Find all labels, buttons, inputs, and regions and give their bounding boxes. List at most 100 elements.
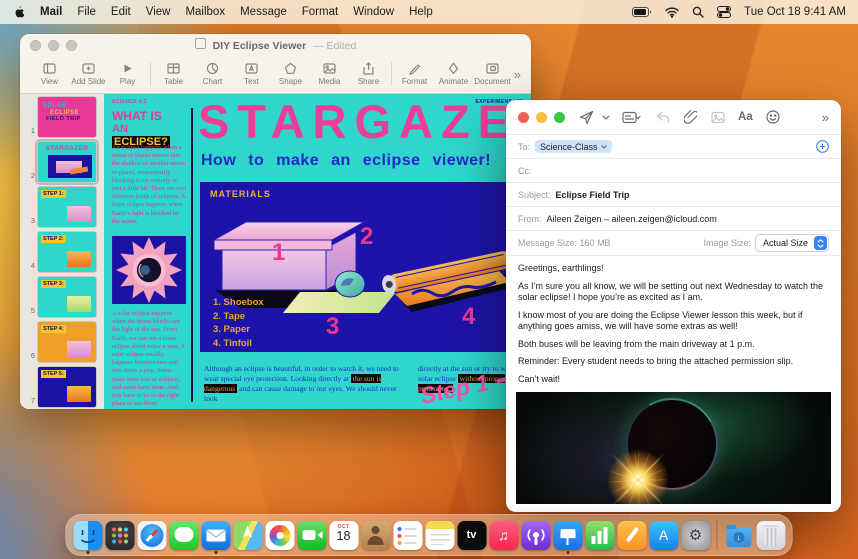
dock-contacts[interactable] xyxy=(361,517,391,553)
header-fields-button[interactable] xyxy=(622,111,642,124)
close-button[interactable] xyxy=(30,39,41,51)
slide-thumbnail-4[interactable]: 4 STEP 2: xyxy=(20,232,104,272)
dock-reminders[interactable] xyxy=(393,517,423,553)
recipient-token[interactable]: Science-Class xyxy=(535,140,612,153)
podcasts-broadcast-icon xyxy=(527,528,544,545)
dock-launchpad[interactable] xyxy=(105,517,135,553)
slide-thumbnail-2-selected[interactable]: 2 STARGAZER xyxy=(20,139,104,185)
window-title: DIY Eclipse Viewer — Edited xyxy=(194,37,356,52)
add-recipient-button[interactable] xyxy=(816,140,829,153)
animate-button[interactable]: Animate xyxy=(434,62,473,86)
slide-navigator[interactable]: 1 SOLAR ECLIPSE FIELD TRIP 2 STARGAZER 3… xyxy=(20,94,104,409)
dock-pages[interactable] xyxy=(617,517,647,553)
running-indicator xyxy=(86,551,89,554)
from-field[interactable]: From: Aileen Zeigen – aileen.zeigen@iclo… xyxy=(506,206,841,230)
keynote-titlebar[interactable]: DIY Eclipse Viewer — Edited xyxy=(20,34,531,55)
dock-messages[interactable] xyxy=(169,517,199,553)
mail-toolbar[interactable]: Aa » xyxy=(506,100,841,134)
dock-facetime[interactable] xyxy=(297,517,327,553)
slide-thumbnail-1[interactable]: 1 SOLAR ECLIPSE FIELD TRIP xyxy=(20,97,104,137)
dock-safari[interactable] xyxy=(137,517,167,553)
body-paragraph: Can’t wait! xyxy=(518,373,561,384)
dock-music[interactable]: ♫ xyxy=(489,517,519,553)
dock-trash[interactable] xyxy=(756,517,786,553)
minimize-button[interactable] xyxy=(48,39,59,51)
eclipse-photo-attachment[interactable] xyxy=(516,392,831,504)
subject-field[interactable]: Subject: Eclipse Field Trip xyxy=(506,182,841,206)
dock-system-settings[interactable]: ⚙ xyxy=(681,517,711,553)
menu-clock[interactable]: Tue Oct 18 9:41 AM xyxy=(744,6,846,18)
attach-button[interactable] xyxy=(684,110,697,124)
mail-envelope-icon xyxy=(206,529,225,541)
dock-tv[interactable]: tv xyxy=(457,517,487,553)
reply-button[interactable] xyxy=(656,111,670,123)
apple-menu[interactable] xyxy=(12,5,25,19)
slide-thumbnail-6[interactable]: 6 STEP 4: xyxy=(20,322,104,362)
text-button[interactable]: Text xyxy=(232,62,271,86)
battery-icon[interactable] xyxy=(632,7,652,17)
warning-text-column-1: Although an eclipse is beautiful, in ord… xyxy=(204,364,399,403)
menu-file[interactable]: File xyxy=(77,6,96,18)
slide-thumbnail-5[interactable]: 5 STEP 3: xyxy=(20,277,104,317)
dock-keynote[interactable] xyxy=(553,517,583,554)
slide-1-preview: SOLAR ECLIPSE FIELD TRIP xyxy=(38,97,96,137)
menu-window[interactable]: Window xyxy=(353,6,394,18)
chart-button[interactable]: Chart xyxy=(193,62,232,86)
table-button[interactable]: Table xyxy=(154,62,193,86)
dock-numbers[interactable] xyxy=(585,517,615,553)
dock-podcasts[interactable] xyxy=(521,517,551,553)
shape-button[interactable]: Shape xyxy=(271,62,310,86)
zoom-button[interactable] xyxy=(554,111,565,123)
media-button[interactable]: Media xyxy=(310,62,349,86)
slide-canvas[interactable]: SCIENCE 4.2 EXPERIMENT #11 WHAT IS AN EC… xyxy=(104,94,531,409)
dock-photos[interactable] xyxy=(265,517,295,553)
slide-6-preview: STEP 4: xyxy=(38,322,96,362)
dock-maps[interactable] xyxy=(233,517,263,553)
menu-app-name[interactable]: Mail xyxy=(40,6,62,18)
wifi-icon[interactable] xyxy=(665,7,679,18)
control-center-icon[interactable] xyxy=(717,6,732,18)
menu-message[interactable]: Message xyxy=(240,6,287,18)
share-button[interactable]: Share xyxy=(349,62,388,86)
cc-field[interactable]: Cc: xyxy=(506,158,841,182)
zoom-button[interactable] xyxy=(66,39,77,51)
menu-format[interactable]: Format xyxy=(302,6,338,18)
add-slide-button[interactable]: Add Slide xyxy=(69,62,108,86)
menu-mailbox[interactable]: Mailbox xyxy=(185,6,225,18)
play-button[interactable]: Play xyxy=(108,62,147,86)
eclipse-sun-icon xyxy=(112,236,186,304)
maps-navigation-icon xyxy=(242,525,252,538)
numbers-chart-icon xyxy=(585,520,614,550)
to-field[interactable]: To: Science-Class xyxy=(506,134,841,158)
menu-help[interactable]: Help xyxy=(409,6,433,18)
send-options-chevron[interactable] xyxy=(602,114,610,120)
close-button[interactable] xyxy=(518,111,529,123)
dock-app-store[interactable]: A xyxy=(649,517,679,553)
paperclip-icon xyxy=(684,110,697,124)
sun-illustration xyxy=(112,236,186,304)
image-size-select[interactable]: Actual Size xyxy=(754,234,829,252)
insert-photo-button[interactable] xyxy=(711,111,725,124)
toolbar-overflow-button[interactable]: » xyxy=(514,67,521,82)
dock-mail[interactable] xyxy=(201,517,231,554)
minimize-button[interactable] xyxy=(536,111,547,123)
menu-view[interactable]: View xyxy=(146,6,171,18)
document-button[interactable]: Document xyxy=(473,62,512,86)
dock-downloads[interactable]: ↓ xyxy=(724,517,754,553)
send-button[interactable] xyxy=(579,110,594,125)
dock-finder[interactable] xyxy=(73,517,103,554)
svg-text:4: 4 xyxy=(462,303,476,330)
view-button[interactable]: View xyxy=(30,62,69,86)
search-icon[interactable] xyxy=(692,6,704,18)
format-button[interactable]: Aa xyxy=(738,111,753,123)
dock-notes[interactable] xyxy=(425,517,455,553)
format-button[interactable]: Format xyxy=(395,62,434,86)
emoji-button[interactable] xyxy=(766,110,780,124)
menu-edit[interactable]: Edit xyxy=(111,6,131,18)
slide-thumbnail-3[interactable]: 3 STEP 1: xyxy=(20,187,104,227)
dock-calendar[interactable]: OCT 18 xyxy=(329,517,359,553)
format-icon xyxy=(408,64,421,75)
message-body-editor[interactable]: Greetings, earthlings! As I’m sure you a… xyxy=(506,256,841,414)
slide-thumbnail-7[interactable]: 7 STEP 5: xyxy=(20,367,104,407)
toolbar-overflow-button[interactable]: » xyxy=(822,110,829,125)
